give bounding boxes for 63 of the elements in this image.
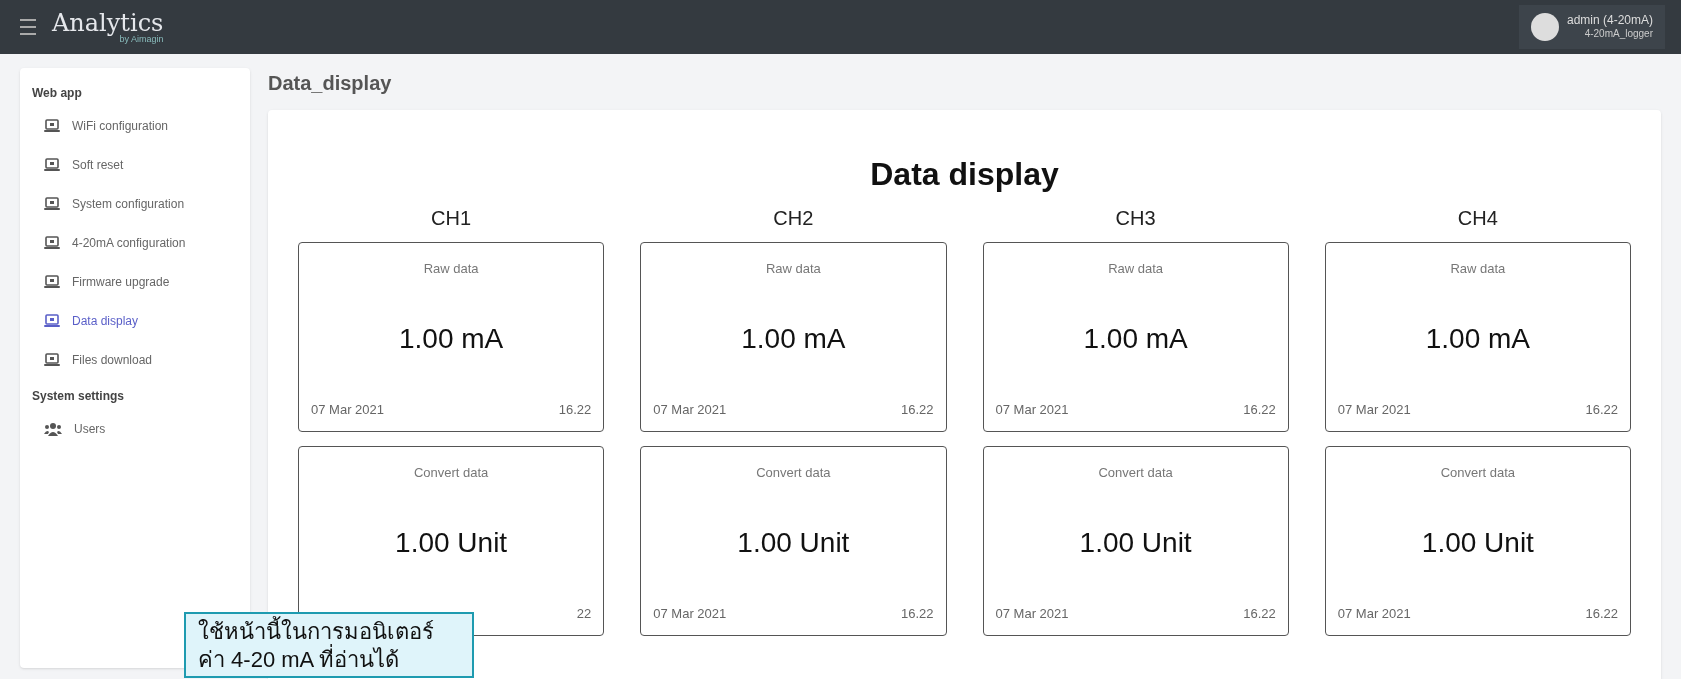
sidebar-item[interactable]: Firmware upgrade — [32, 262, 238, 301]
card-label: Raw data — [423, 260, 479, 278]
card-label: Convert data — [1440, 464, 1516, 482]
brand-subtitle: by Aimagin — [119, 34, 164, 44]
card-value: 1.00 Unit — [395, 526, 508, 560]
card-value: 1.00 mA — [399, 322, 504, 356]
user-name: admin (4-20mA) — [1566, 13, 1653, 29]
sidebar-item[interactable]: Soft reset — [32, 145, 238, 184]
card-date: 07 Mar 2021 — [653, 604, 727, 623]
card-time: 22 — [576, 604, 592, 623]
card-date: 07 Mar 2021 — [995, 604, 1069, 623]
sidebar-section-title: System settings — [32, 388, 126, 405]
card-value: 1.00 mA — [1425, 322, 1530, 356]
avatar-icon — [1530, 13, 1559, 41]
channel-label: CH2 — [773, 206, 814, 231]
sidebar-item[interactable]: WiFi configuration — [32, 106, 238, 145]
card-date: 07 Mar 2021 — [995, 400, 1069, 419]
sidebar-item[interactable]: System configuration — [32, 184, 238, 223]
card-label: Raw data — [765, 260, 821, 278]
card-date: 07 Mar 2021 — [311, 400, 384, 419]
sidebar-item[interactable]: Files download — [32, 340, 238, 379]
laptop-icon — [44, 196, 60, 211]
card-label: Convert data — [756, 464, 831, 482]
page-title: Data_display — [268, 71, 393, 96]
channel-label: CH4 — [1457, 206, 1498, 231]
channel-label: CH1 — [431, 206, 472, 231]
card-date: 07 Mar 2021 — [1337, 400, 1411, 419]
card-value: 1.00 Unit — [1421, 526, 1534, 560]
card-value: 1.00 Unit — [737, 526, 850, 560]
card-date: 07 Mar 2021 — [1337, 604, 1411, 623]
card-time: 16.22 — [900, 400, 934, 419]
card-time: 16.22 — [558, 400, 592, 419]
card-label: Raw data — [1108, 260, 1164, 278]
card-label: Convert data — [413, 464, 489, 482]
callout-note: ใช้หน้านี้ในการมอนิเตอร์ค่า 4-20 mA ที่อ่านได้ — [184, 612, 474, 678]
card-value: 1.00 Unit — [1079, 526, 1192, 560]
laptop-icon — [44, 274, 60, 289]
users-icon — [44, 421, 62, 436]
user-menu[interactable]: admin (4-20mA) 4-20mA_logger — [1518, 5, 1665, 49]
menu-icon[interactable] — [20, 19, 36, 35]
card-label: Raw data — [1450, 260, 1506, 278]
card-time: 16.22 — [1243, 604, 1276, 623]
channel-label: CH3 — [1115, 206, 1156, 231]
sidebar-item[interactable]: Data display — [32, 301, 238, 340]
user-role: 4-20mA_logger — [1584, 28, 1653, 41]
card-value: 1.00 mA — [741, 322, 846, 356]
laptop-icon — [44, 235, 60, 250]
laptop-icon — [44, 313, 60, 328]
laptop-icon — [44, 352, 60, 367]
card-value: 1.00 mA — [1083, 322, 1188, 356]
card-time: 16.22 — [1585, 400, 1618, 419]
brand-logo: Analytics — [52, 10, 164, 35]
card-time: 16.22 — [1243, 400, 1276, 419]
sidebar-item[interactable]: Users — [32, 409, 238, 448]
sidebar-section-title: Web app — [32, 85, 83, 102]
card-time: 16.22 — [900, 604, 934, 623]
sidebar-item[interactable]: 4-20mA configuration — [32, 223, 238, 262]
card-date: 07 Mar 2021 — [653, 400, 727, 419]
card-time: 16.22 — [1585, 604, 1618, 623]
laptop-icon — [44, 118, 60, 133]
panel-title: Data display — [869, 158, 1060, 190]
laptop-icon — [44, 157, 60, 172]
card-label: Convert data — [1098, 464, 1173, 482]
